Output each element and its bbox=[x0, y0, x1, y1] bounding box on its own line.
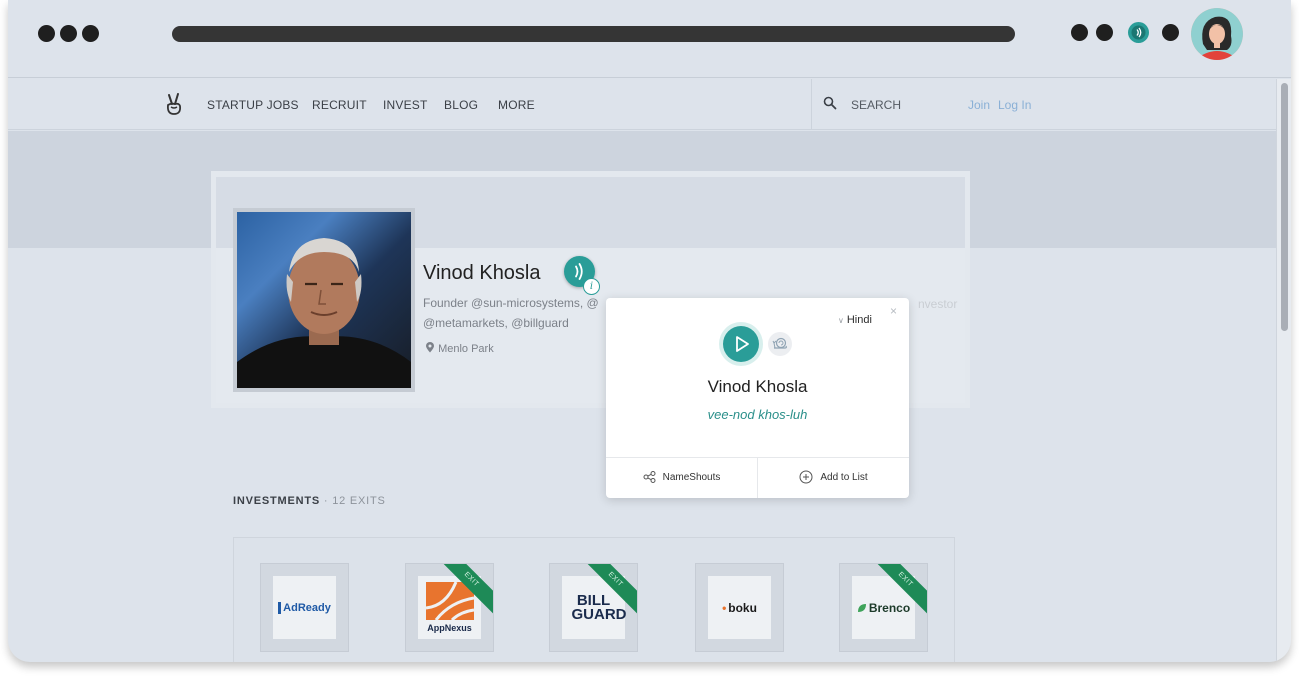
company-name: boku bbox=[728, 600, 757, 615]
share-icon bbox=[643, 471, 656, 483]
profile-photo-frame bbox=[233, 208, 415, 392]
company-logo-adready: AdReady bbox=[273, 576, 336, 639]
browser-window: STARTUP JOBS RECRUIT INVEST BLOG MORE Jo… bbox=[8, 0, 1291, 662]
company-card-billguard[interactable]: BILL GUARD EXIT bbox=[549, 563, 638, 652]
company-name: AppNexus bbox=[427, 623, 472, 633]
window-maximize-dot[interactable] bbox=[82, 25, 99, 42]
profile-name: Vinod Khosla bbox=[423, 262, 541, 284]
site-navbar: STARTUP JOBS RECRUIT INVEST BLOG MORE Jo… bbox=[8, 79, 1276, 130]
nameshouts-button[interactable]: NameShouts bbox=[606, 458, 757, 496]
nav-blog[interactable]: BLOG bbox=[444, 98, 478, 112]
company-card-boku[interactable]: • boku bbox=[695, 563, 784, 652]
user-avatar[interactable] bbox=[1191, 8, 1243, 60]
profile-photo bbox=[237, 212, 411, 388]
avatar-illustration-icon bbox=[1191, 8, 1243, 60]
company-card-appnexus[interactable]: AppNexus EXIT bbox=[405, 563, 494, 652]
language-selected: Hindi bbox=[846, 314, 872, 326]
scrollbar-thumb[interactable] bbox=[1281, 83, 1288, 331]
search-input[interactable] bbox=[851, 96, 961, 114]
search-icon[interactable] bbox=[823, 96, 837, 110]
nameshouts-label: NameShouts bbox=[662, 471, 721, 483]
portrait-illustration-icon bbox=[237, 238, 411, 388]
play-icon bbox=[736, 336, 749, 352]
browser-toolbar bbox=[8, 0, 1291, 78]
company-logo-boku: • boku bbox=[708, 576, 771, 639]
popup-name: Vinod Khosla bbox=[707, 377, 808, 396]
join-link[interactable]: Join bbox=[968, 98, 990, 112]
company-card-adready[interactable]: AdReady bbox=[260, 563, 349, 652]
toolbar-button[interactable] bbox=[1096, 24, 1113, 41]
pronunciation-popup: × ∨Hindi Vinod Khosla vee-nod khos-luh bbox=[606, 298, 909, 498]
popup-close-button[interactable]: × bbox=[890, 304, 897, 318]
investments-separator: · bbox=[320, 495, 333, 507]
page-scrollbar[interactable] bbox=[1276, 79, 1291, 662]
appnexus-mark-icon bbox=[425, 582, 474, 620]
pin-icon bbox=[426, 342, 434, 353]
profile-bio-line-1: Founder @sun-microsystems, @ bbox=[423, 296, 599, 310]
language-selector[interactable]: ∨ Hindi bbox=[838, 314, 872, 326]
company-card-brenco[interactable]: Brenco EXIT bbox=[839, 563, 928, 652]
window-close-dot[interactable] bbox=[38, 25, 55, 42]
leaf-icon bbox=[857, 603, 866, 612]
add-to-list-label: Add to List bbox=[820, 471, 868, 483]
boku-dot-icon: • bbox=[722, 600, 727, 615]
popup-phonetic-spelling: vee-nod khos-luh bbox=[707, 407, 808, 422]
nav-more[interactable]: MORE bbox=[498, 98, 535, 112]
company-name: Brenco bbox=[868, 600, 911, 615]
window-minimize-dot[interactable] bbox=[60, 25, 77, 42]
company-name: AdReady bbox=[278, 601, 331, 614]
profile-location-text: Menlo Park bbox=[438, 343, 494, 355]
plus-circle-icon bbox=[799, 470, 813, 484]
snail-icon bbox=[772, 337, 787, 349]
slow-playback-button[interactable] bbox=[768, 332, 792, 356]
chevron-down-icon: ∨ bbox=[838, 316, 844, 325]
investments-exit-count: 12 EXITS bbox=[332, 495, 386, 507]
nav-startup-jobs[interactable]: STARTUP JOBS bbox=[207, 98, 299, 112]
investments-title: INVESTMENTS bbox=[233, 495, 321, 507]
play-pronunciation-button[interactable] bbox=[723, 326, 759, 362]
profile-location: Menlo Park bbox=[425, 342, 494, 355]
audio-wave-icon bbox=[1131, 25, 1146, 40]
add-to-list-button[interactable]: Add to List bbox=[758, 458, 909, 496]
nav-recruit[interactable]: RECRUIT bbox=[312, 98, 367, 112]
profile-bio-line-2: @metamarkets, @billguard bbox=[423, 316, 569, 330]
toolbar-button[interactable] bbox=[1162, 24, 1179, 41]
profile-bio-overflow: nvestor bbox=[918, 297, 958, 311]
nav-invest[interactable]: INVEST bbox=[383, 98, 428, 112]
investments-heading: INVESTMENTS · 12 EXITS bbox=[233, 495, 386, 507]
company-name: BILL GUARD bbox=[571, 591, 627, 623]
nameshouts-extension-icon[interactable] bbox=[1128, 22, 1149, 43]
login-link[interactable]: Log In bbox=[998, 98, 1031, 112]
toolbar-button[interactable] bbox=[1071, 24, 1088, 41]
nav-divider bbox=[811, 79, 812, 130]
address-bar[interactable] bbox=[172, 26, 1015, 42]
info-icon[interactable]: i bbox=[583, 278, 600, 295]
victory-hand-icon[interactable] bbox=[163, 92, 185, 116]
